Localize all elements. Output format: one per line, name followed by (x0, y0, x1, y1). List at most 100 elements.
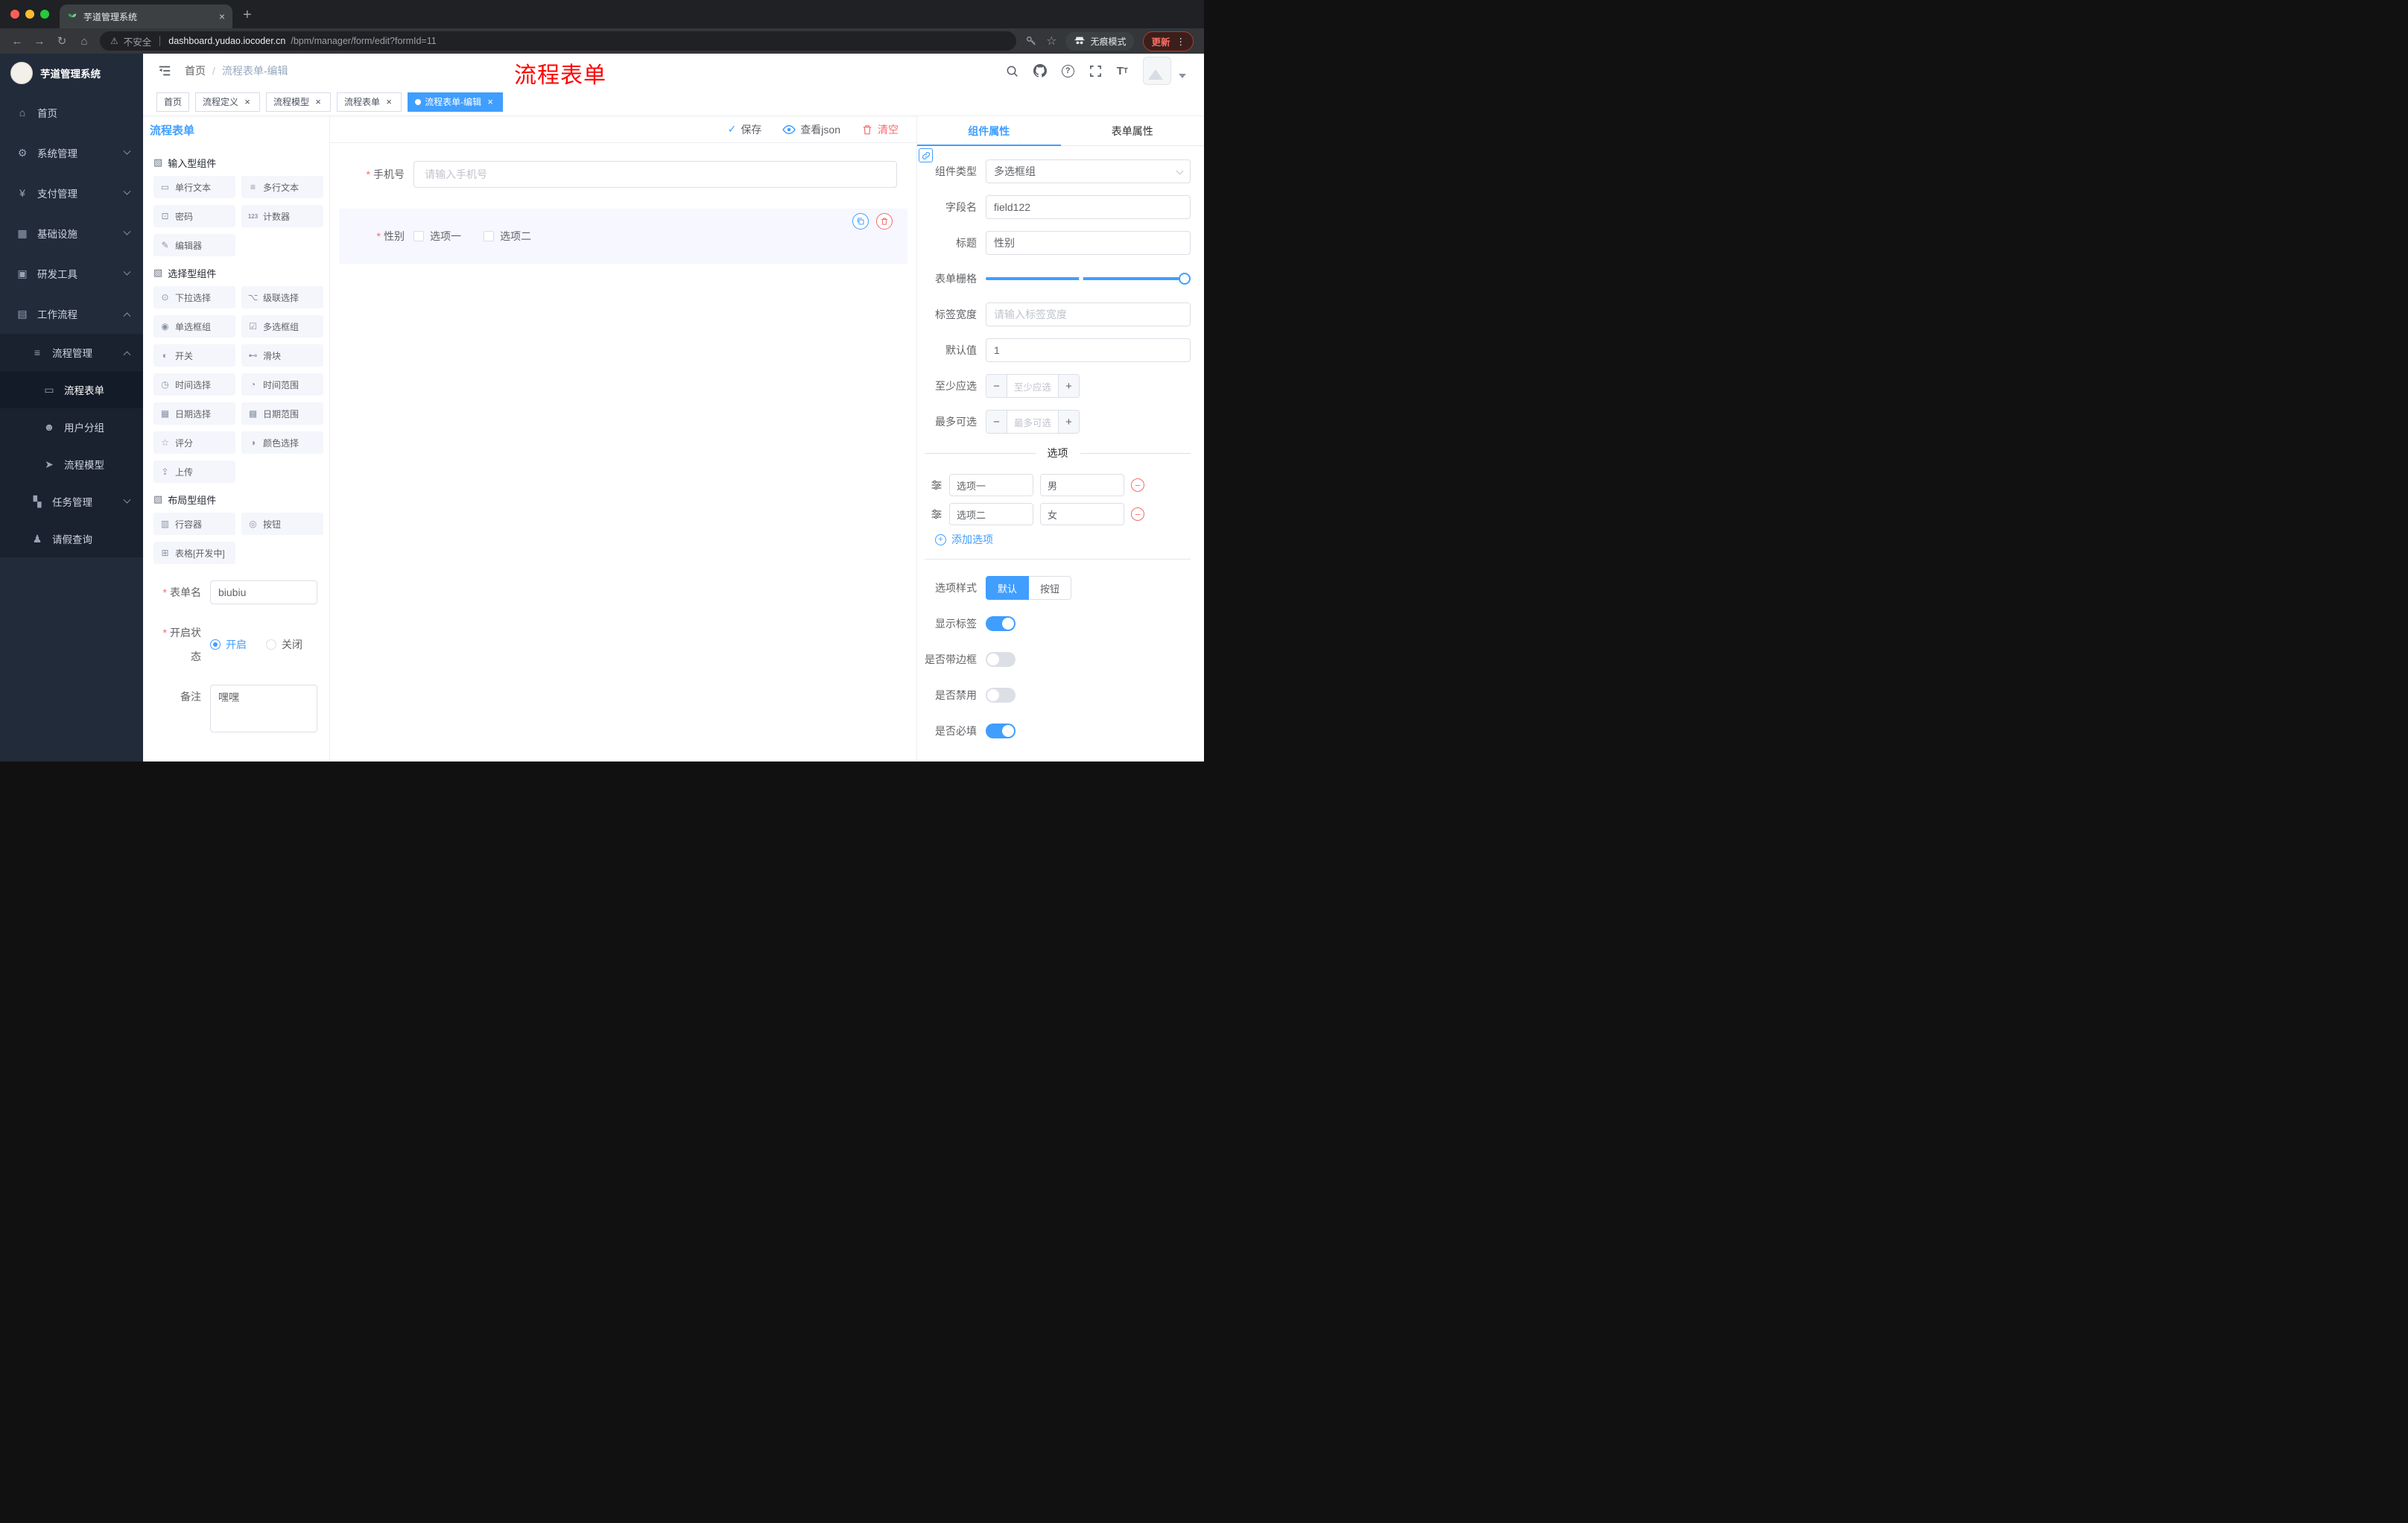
breadcrumb-home[interactable]: 首页 (185, 63, 206, 78)
fullscreen-icon[interactable] (1089, 65, 1102, 77)
component-single-line-text[interactable]: ▭ 单行文本 (153, 176, 235, 198)
minimize-window-button[interactable] (25, 10, 34, 19)
component-checkbox-group[interactable]: ☑ 多选框组 (241, 315, 323, 338)
component-table[interactable]: ⊞ 表格[开发中] (153, 542, 235, 564)
save-button[interactable]: ✓ 保存 (728, 122, 762, 137)
tag-process-form[interactable]: 流程表单 × (337, 92, 402, 112)
link-icon[interactable] (919, 148, 933, 162)
sidebar-item-user-group[interactable]: ☻ 用户分组 (0, 408, 143, 446)
remove-option-button[interactable]: − (1131, 478, 1144, 492)
component-button[interactable]: ◎ 按钮 (241, 513, 323, 535)
sidebar-item-payment[interactable]: ¥ 支付管理 (0, 173, 143, 213)
tab-close-icon[interactable]: × (219, 10, 225, 22)
component-counter[interactable]: 123 计数器 (241, 205, 323, 227)
form-name-input[interactable] (210, 580, 317, 604)
copy-widget-button[interactable] (852, 213, 869, 229)
browser-menu-icon[interactable]: ⋮ (1176, 36, 1186, 47)
sidebar-item-leave-query[interactable]: ♟ 请假查询 (0, 520, 143, 557)
drag-handle-icon[interactable] (931, 479, 942, 491)
new-tab-button[interactable]: + (243, 7, 252, 24)
sidebar-item-process-management[interactable]: ≡ 流程管理 (0, 334, 143, 371)
home-icon[interactable]: ⌂ (77, 35, 91, 48)
selected-widget[interactable]: 性别 选项一 选项二 (339, 209, 907, 264)
close-icon[interactable]: × (313, 96, 323, 107)
slider-handle[interactable] (1179, 273, 1191, 285)
sidebar-item-process-form[interactable]: ▭ 流程表单 (0, 371, 143, 408)
component-multi-line-text[interactable]: ≡ 多行文本 (241, 176, 323, 198)
bookmark-star-icon[interactable]: ☆ (1046, 34, 1056, 48)
clear-button[interactable]: 清空 (861, 122, 899, 137)
phone-input[interactable] (414, 161, 897, 188)
required-switch[interactable] (986, 723, 1016, 738)
component-password[interactable]: ⊡ 密码 (153, 205, 235, 227)
forward-icon[interactable]: → (33, 35, 46, 48)
sidebar-item-infra[interactable]: ▦ 基础设施 (0, 213, 143, 253)
option-label-input[interactable] (949, 474, 1033, 496)
max-select-value[interactable]: 最多可选 (1007, 411, 1058, 433)
sidebar-item-devtools[interactable]: ▣ 研发工具 (0, 253, 143, 294)
field-name-input[interactable] (986, 195, 1191, 219)
border-switch[interactable] (986, 652, 1016, 667)
tag-process-form-edit[interactable]: 流程表单-编辑 × (408, 92, 504, 112)
option-value-input[interactable] (1040, 474, 1124, 496)
back-icon[interactable]: ← (10, 35, 24, 48)
minus-button[interactable]: − (986, 411, 1007, 433)
option-label-input[interactable] (949, 503, 1033, 525)
drag-handle-icon[interactable] (931, 508, 942, 520)
phone-field-row[interactable]: 手机号 (339, 161, 907, 188)
label-width-input[interactable] (986, 303, 1191, 326)
zoom-window-button[interactable] (40, 10, 49, 19)
tab-form-props[interactable]: 表单属性 (1061, 116, 1205, 145)
component-switch[interactable]: ◐ 开关 (153, 344, 235, 367)
password-key-icon[interactable] (1025, 35, 1037, 47)
component-date-picker[interactable]: ▦ 日期选择 (153, 402, 235, 425)
style-default-button[interactable]: 默认 (986, 576, 1030, 600)
component-time-picker[interactable]: ◷ 时间选择 (153, 373, 235, 396)
avatar[interactable] (1143, 57, 1171, 85)
plus-button[interactable]: + (1058, 375, 1079, 397)
add-option-button[interactable]: + 添加选项 (935, 532, 1191, 547)
github-icon[interactable] (1033, 64, 1047, 77)
remove-option-button[interactable]: − (1131, 507, 1144, 521)
close-icon[interactable]: × (384, 96, 394, 107)
hamburger-icon[interactable] (158, 64, 171, 77)
component-date-range[interactable]: ▩ 日期范围 (241, 402, 323, 425)
gender-option1-checkbox[interactable]: 选项一 (414, 229, 461, 244)
component-type-select[interactable]: 多选框组 (986, 159, 1191, 183)
component-upload[interactable]: ⇪ 上传 (153, 460, 235, 483)
reload-icon[interactable]: ↻ (55, 34, 69, 48)
tag-home[interactable]: 首页 (156, 92, 190, 112)
component-radio-group[interactable]: ◉ 单选框组 (153, 315, 235, 338)
sidebar-item-system[interactable]: ⚙ 系统管理 (0, 133, 143, 173)
gender-option2-checkbox[interactable]: 选项二 (484, 229, 531, 244)
component-cascader[interactable]: ⌥ 级联选择 (241, 286, 323, 308)
component-rate[interactable]: ☆ 评分 (153, 431, 235, 454)
component-time-range[interactable]: ◔ 时间范围 (241, 373, 323, 396)
font-size-icon[interactable]: TT (1117, 65, 1128, 77)
style-button-button[interactable]: 按钮 (1029, 576, 1072, 600)
url-bar[interactable]: ⚠ 不安全 dashboard.yudao.iocoder.cn /bpm/ma… (100, 31, 1017, 51)
minus-button[interactable]: − (986, 375, 1007, 397)
min-select-value[interactable]: 至少应选 (1007, 375, 1058, 397)
title-input[interactable] (986, 231, 1191, 255)
option-value-input[interactable] (1040, 503, 1124, 525)
sidebar-item-home[interactable]: ⌂ 首页 (0, 92, 143, 133)
component-select[interactable]: ⊙ 下拉选择 (153, 286, 235, 308)
close-window-button[interactable] (10, 10, 19, 19)
sidebar-item-task-management[interactable]: ▚ 任务管理 (0, 483, 143, 520)
remark-textarea[interactable]: 嘿嘿 (210, 685, 317, 732)
browser-tab[interactable]: 芋道管理系统 × (60, 4, 232, 28)
grid-slider[interactable] (986, 267, 1191, 291)
tab-component-props[interactable]: 组件属性 (917, 116, 1061, 146)
close-icon[interactable]: × (485, 96, 495, 107)
update-button[interactable]: 更新 ⋮ (1143, 31, 1194, 51)
view-json-button[interactable]: 查看json (782, 122, 840, 137)
default-value-input[interactable] (986, 338, 1191, 362)
disabled-switch[interactable] (986, 688, 1016, 703)
sidebar-item-workflow[interactable]: ▤ 工作流程 (0, 294, 143, 334)
close-icon[interactable]: × (242, 96, 253, 107)
plus-button[interactable]: + (1058, 411, 1079, 433)
delete-widget-button[interactable] (876, 213, 893, 229)
component-slider[interactable]: ⊷ 滑块 (241, 344, 323, 367)
status-off-radio[interactable]: 关闭 (266, 637, 302, 652)
